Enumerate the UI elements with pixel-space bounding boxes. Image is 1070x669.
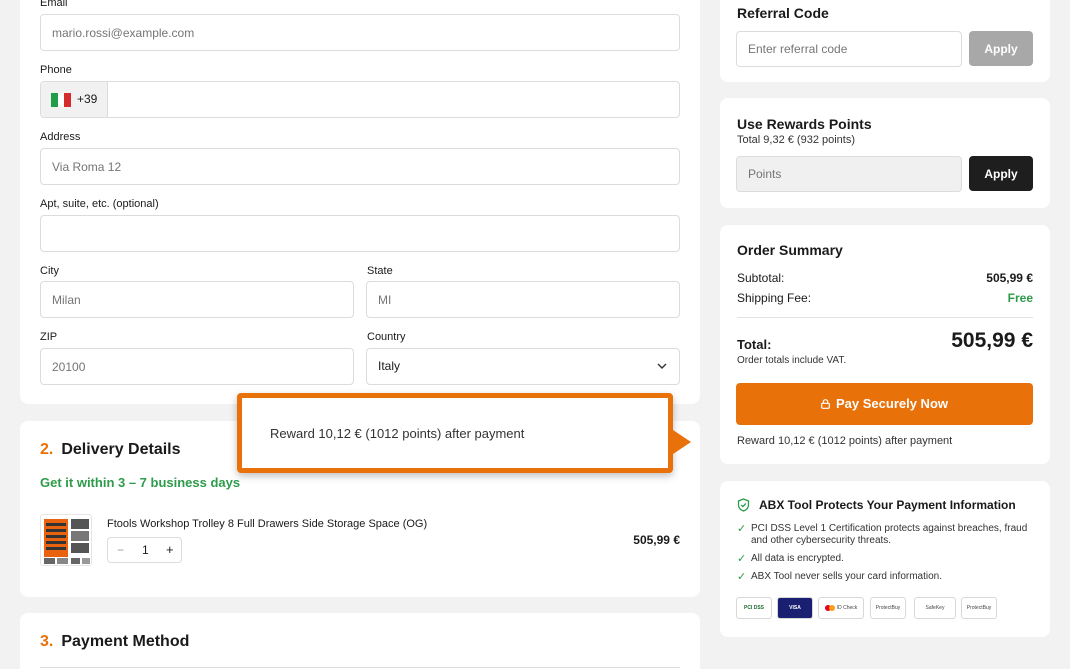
decrease-quantity-button[interactable]: − [117,543,124,557]
subtotal-label: Subtotal: [737,271,785,285]
payment-method-card: 3. Payment Method [20,613,700,669]
phone-prefix: +39 [77,92,98,106]
mastercard-idcheck-badge: ID Check [818,597,864,619]
rewards-total: Total 9,32 € (932 points) [737,134,856,146]
divider [737,317,1033,318]
reward-note: Reward 10,12 € (1012 points) after payme… [737,435,953,447]
visa-badge: VISA [777,597,813,619]
referral-apply-button[interactable]: Apply [969,31,1033,66]
protectbuy-badge: ProtectBuy [870,597,906,619]
protect-item-text: All data is encrypted. [751,553,844,564]
product-thumbnail[interactable] [40,514,92,566]
idcheck-label: ID Check [836,605,858,611]
section-number: 3. [40,633,54,650]
protect-item-text: ABX Tool never sells your card informati… [751,571,943,582]
protect-title: ABX Tool Protects Your Payment Informati… [759,498,1016,512]
address-field[interactable] [40,148,680,185]
pay-securely-button[interactable]: Pay Securely Now [736,383,1033,425]
rewards-points-card: Use Rewards Points Total 9,32 € (932 poi… [720,98,1050,208]
discover-protectbuy-badge: ProtectBuy [961,597,997,619]
referral-title: Referral Code [737,5,829,21]
referral-code-card: Referral Code Apply [720,0,1050,82]
increase-quantity-button[interactable]: + [166,542,174,557]
lock-icon [821,399,830,409]
payment-title: 3. Payment Method [40,633,189,651]
apt-label: Apt, suite, etc. (optional) [40,198,159,210]
zip-label: ZIP [40,331,58,343]
summary-title: Order Summary [737,242,843,258]
shield-check-icon [737,498,750,512]
email-label: Email [40,0,68,9]
points-input[interactable] [736,156,962,192]
safekey-badge: SafeKey [914,597,956,619]
city-field[interactable] [40,281,354,318]
shipping-address-card: Email Phone +39 Address Apt, suite, etc.… [20,0,700,404]
country-select[interactable]: Italy [366,348,680,385]
address-label: Address [40,131,81,143]
protect-item: ✓ PCI DSS Level 1 Certification protects… [737,523,1037,547]
email-field[interactable] [40,14,680,51]
zip-field[interactable] [40,348,354,385]
country-label: Country [367,331,406,343]
reward-tooltip: Reward 10,12 € (1012 points) after payme… [237,393,673,473]
product-price: 505,99 € [633,533,680,547]
state-label: State [367,265,393,277]
delivery-estimate: Get it within 3 – 7 business days [40,475,241,490]
country-value: Italy [378,359,401,373]
phone-label: Phone [40,64,72,76]
total-label: Total: [737,337,772,352]
delivery-title: 2. Delivery Details [40,441,181,459]
referral-code-input[interactable] [736,31,962,67]
section-number: 2. [40,441,54,458]
pci-dss-badge: PCI DSS [736,597,772,619]
apt-field[interactable] [40,215,680,252]
order-summary-card: Order Summary Subtotal: 505,99 € Shippin… [720,225,1050,464]
payment-title-text: Payment Method [61,633,190,650]
protect-item: ✓ ABX Tool never sells your card informa… [737,571,1037,583]
pay-button-label: Pay Securely Now [836,396,948,411]
state-field[interactable] [366,281,680,318]
check-icon: ✓ [737,571,747,583]
quantity-value[interactable]: 1 [142,543,149,557]
trolley-image [44,519,90,564]
city-label: City [40,265,59,277]
total-value: 505,99 € [951,329,1033,352]
protect-item: ✓ All data is encrypted. [737,553,1037,565]
divider [40,667,680,668]
shipping-value: Free [1007,291,1033,305]
chevron-down-icon [657,363,667,369]
check-icon: ✓ [737,523,747,535]
rewards-apply-button[interactable]: Apply [969,156,1033,191]
subtotal-value: 505,99 € [986,271,1033,285]
rewards-title: Use Rewards Points [737,116,872,132]
shipping-label: Shipping Fee: [737,291,812,305]
quantity-stepper: − 1 + [107,537,182,563]
tooltip-text: Reward 10,12 € (1012 points) after payme… [270,426,525,441]
payment-protection-card: ABX Tool Protects Your Payment Informati… [720,481,1050,637]
phone-field[interactable]: +39 [40,81,680,118]
check-icon: ✓ [737,553,747,565]
protect-item-text: PCI DSS Level 1 Certification protects a… [751,523,1028,546]
tooltip-arrow [673,430,691,454]
delivery-title-text: Delivery Details [61,441,181,458]
vat-note: Order totals include VAT. [737,355,847,366]
product-name[interactable]: Ftools Workshop Trolley 8 Full Drawers S… [107,518,427,530]
italy-flag-icon [51,92,71,107]
country-code-selector[interactable]: +39 [41,82,108,117]
